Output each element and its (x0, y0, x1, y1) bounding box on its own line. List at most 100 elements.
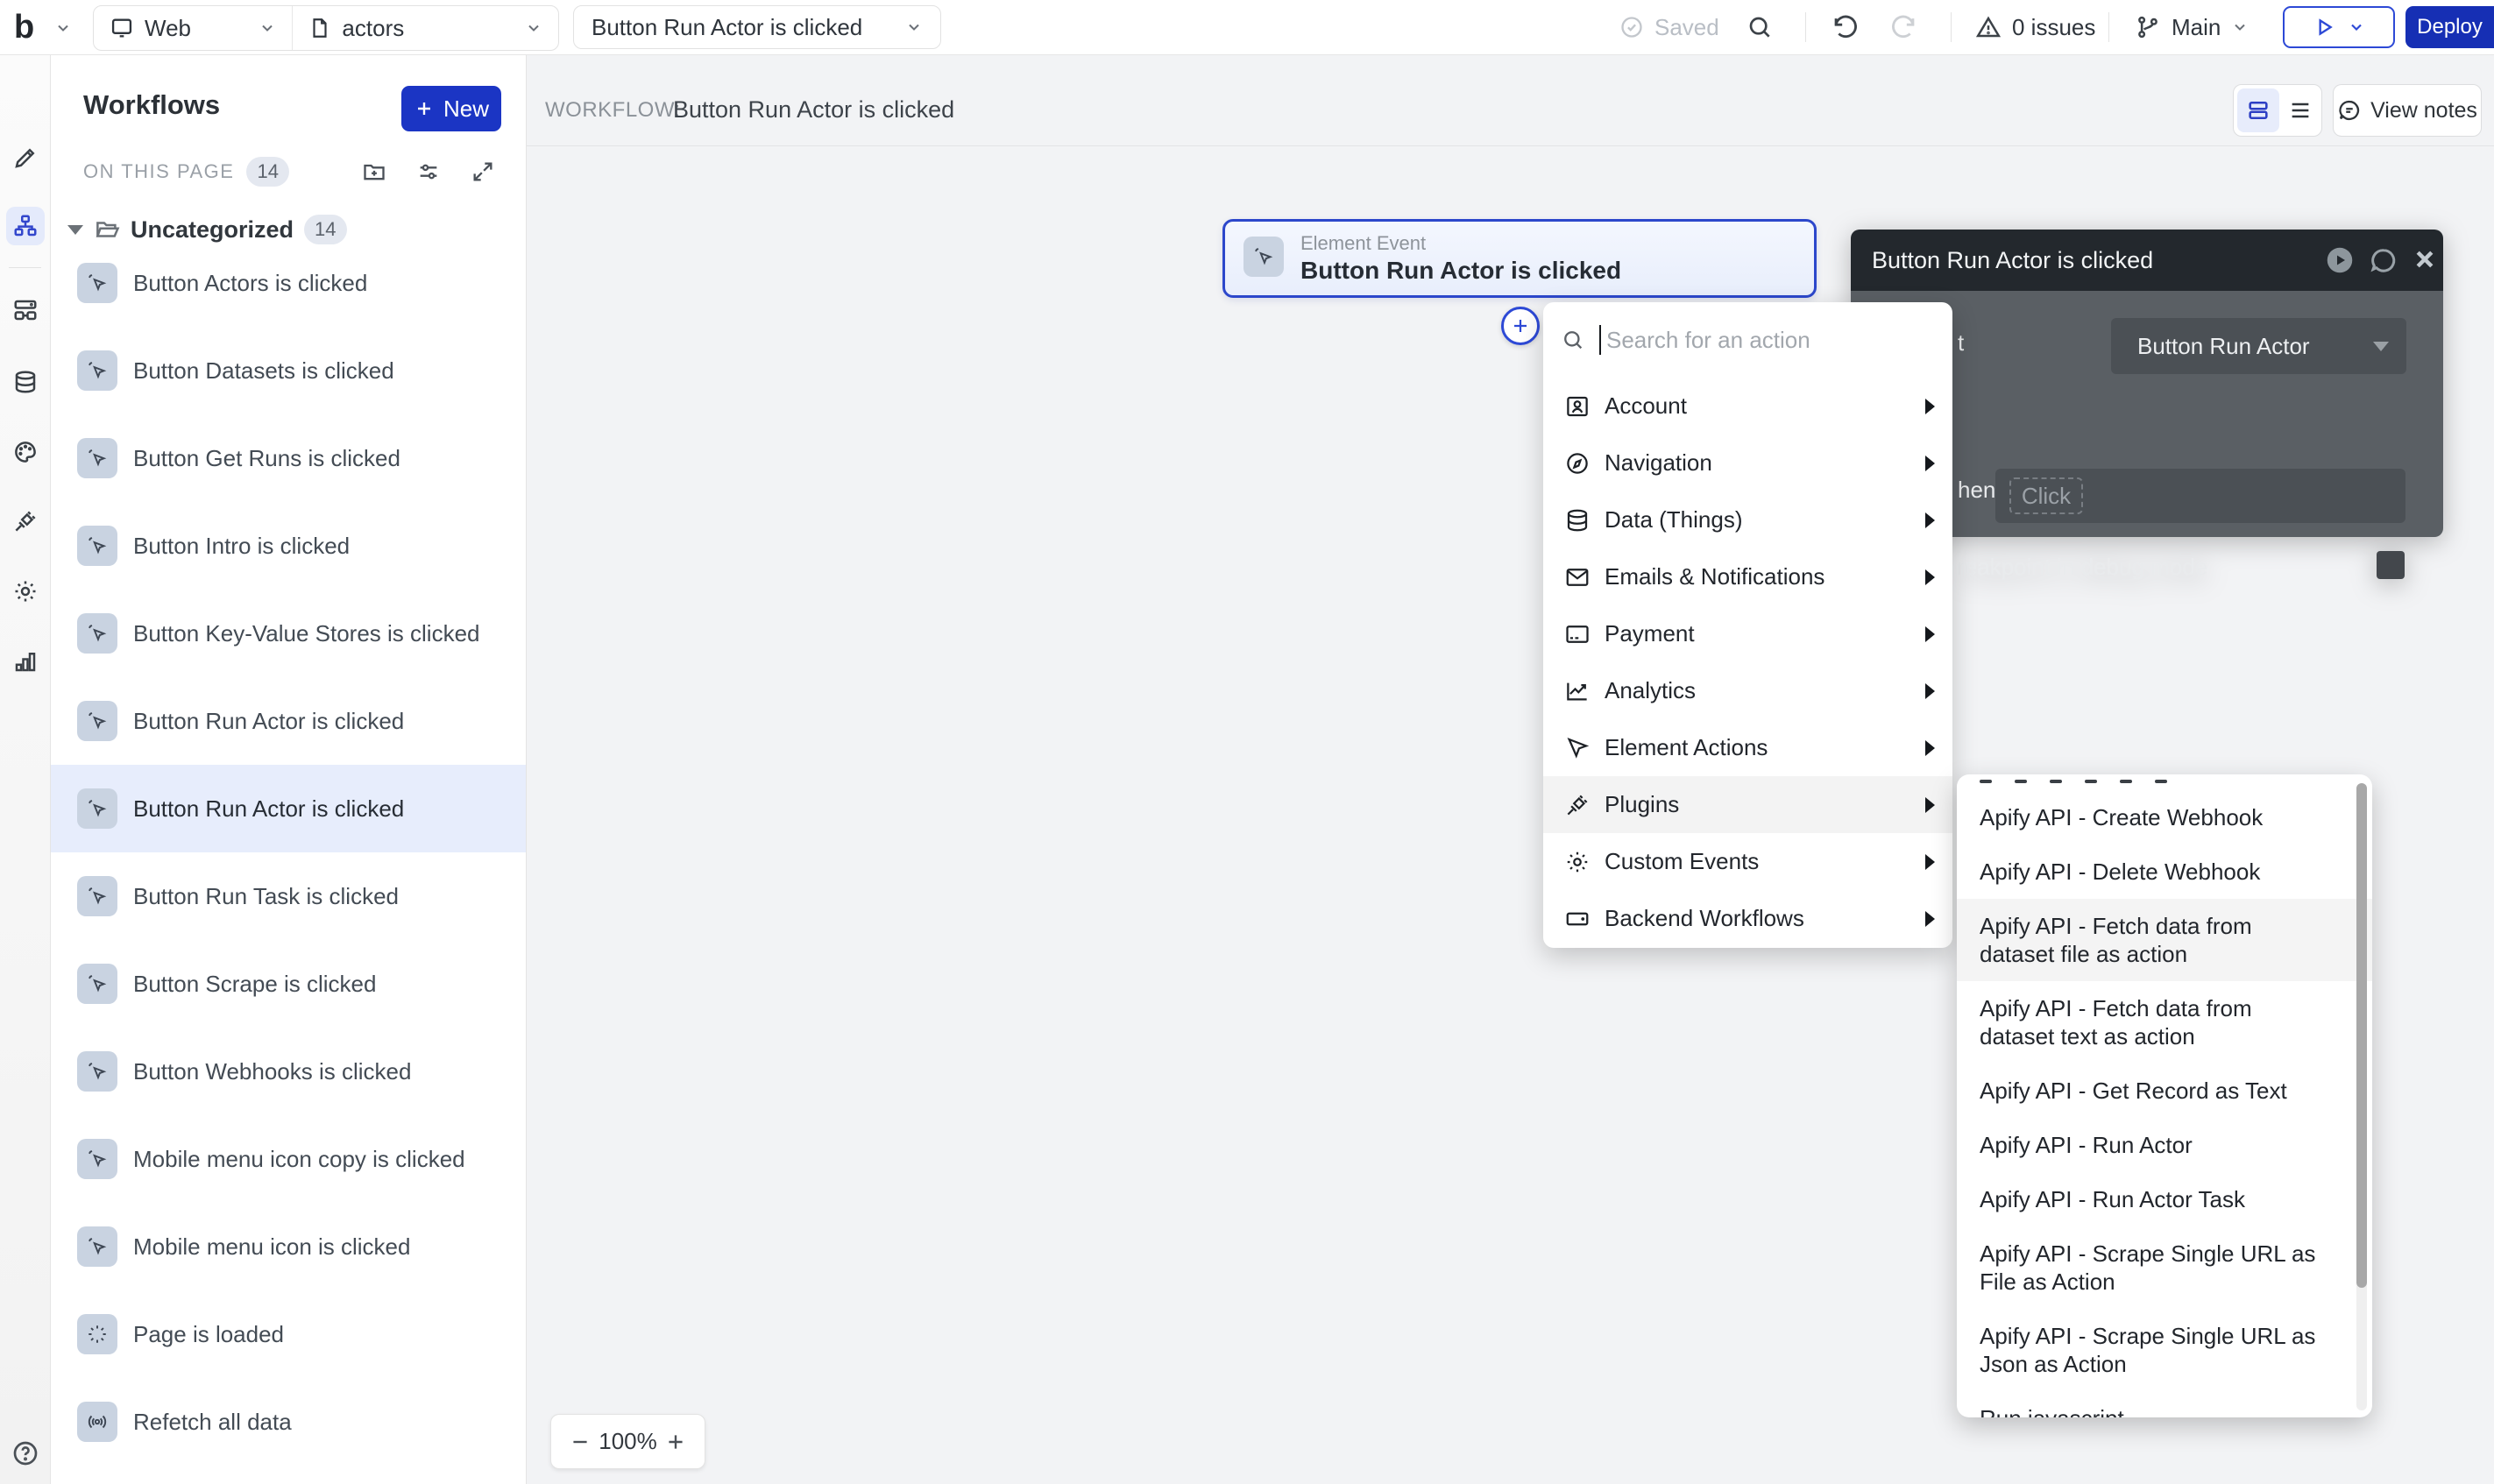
workflow-item-label: Button Scrape is clicked (133, 971, 376, 998)
expand-icon[interactable] (471, 159, 495, 184)
search-button[interactable] (1746, 0, 1774, 54)
submenu-scrollbar-thumb[interactable] (2356, 783, 2367, 1288)
when-label-fragment: hen (1958, 477, 1995, 504)
page-workflow-count-badge: 14 (246, 157, 288, 187)
submenu-item[interactable]: Apify API - Get Record as Text (1957, 1064, 2372, 1118)
view-notes-button[interactable]: View notes (2333, 84, 2482, 137)
menu-item-plugins[interactable]: Plugins (1543, 776, 1952, 833)
redo-button[interactable] (1889, 0, 1919, 54)
submenu-item-hovered[interactable]: Apify API - Fetch data from dataset file… (1957, 899, 2372, 981)
menu-item-payment[interactable]: Payment (1543, 605, 1952, 662)
submenu-arrow-icon (1925, 512, 1935, 528)
menu-item-element-actions[interactable]: Element Actions (1543, 719, 1952, 776)
submenu-item[interactable]: Apify API - Run Actor (1957, 1118, 2372, 1172)
bubble-logo[interactable]: b (14, 9, 32, 46)
workflow-list-item[interactable]: Button Webhooks is clicked (50, 1028, 526, 1115)
workflow-list-item-selected[interactable]: Button Run Actor is clicked (50, 765, 526, 852)
workflow-select[interactable]: Button Run Actor is clicked (573, 5, 941, 49)
on-this-page-label: ON THIS PAGE (83, 160, 234, 183)
folder-caret-icon[interactable] (67, 225, 83, 235)
add-action-button[interactable] (1501, 307, 1540, 345)
data-database-icon[interactable] (12, 369, 39, 395)
chevron-down-icon (905, 18, 923, 36)
submenu-item[interactable]: Apify API - Scrape Single URL as File as… (1957, 1226, 2372, 1309)
page-select[interactable]: actors (293, 6, 558, 50)
action-search-row[interactable] (1543, 302, 1952, 378)
zoom-in-button[interactable] (664, 1431, 687, 1453)
git-branch-icon (2135, 14, 2161, 40)
menu-item-label: Custom Events (1605, 848, 1759, 875)
platform-select[interactable]: Web (94, 6, 292, 50)
workflow-list-item[interactable]: Button Key-Value Stores is clicked (50, 590, 526, 677)
menu-item-custom-events[interactable]: Custom Events (1543, 833, 1952, 890)
workflow-list-item[interactable]: Mobile menu icon is clicked (50, 1203, 526, 1290)
menu-item-analytics[interactable]: Analytics (1543, 662, 1952, 719)
filter-sliders-icon[interactable] (416, 159, 441, 184)
workflow-list-item[interactable]: Page is loaded (50, 1290, 526, 1378)
workflow-list-item[interactable]: Button Get Runs is clicked (50, 414, 526, 502)
workflow-list-item[interactable]: Button Intro is clicked (50, 502, 526, 590)
click-placeholder-chip: Click (2009, 477, 2083, 514)
menu-item-backend-workflows[interactable]: Backend Workflows (1543, 890, 1952, 947)
list-view-button[interactable] (2279, 88, 2321, 132)
menu-item-label: Element Actions (1605, 734, 1768, 761)
workflow-list-item[interactable]: Button Run Actor is clicked (50, 677, 526, 765)
logs-chart-icon[interactable] (12, 648, 39, 675)
submenu-item[interactable]: Run javascript (1957, 1391, 2372, 1417)
breakpoint-checkbox[interactable] (2377, 551, 2405, 579)
submenu-item[interactable]: Apify API - Delete Webhook (1957, 844, 2372, 899)
issues-button[interactable]: 0 issues (1975, 0, 2095, 54)
settings-gear-icon[interactable] (12, 578, 39, 604)
workflow-list-item[interactable]: Mobile menu icon copy is clicked (50, 1115, 526, 1203)
new-folder-icon[interactable] (362, 159, 386, 184)
submenu-item[interactable]: Apify API - Run Actor Task (1957, 1172, 2372, 1226)
branch-select[interactable]: Main (2135, 0, 2249, 54)
run-workflow-icon[interactable] (2324, 244, 2356, 276)
logo-chevron-down-icon[interactable] (54, 19, 72, 37)
menu-item-account[interactable]: Account (1543, 378, 1952, 435)
cursor-icon (1564, 735, 1591, 761)
chevron-down-icon (2231, 18, 2249, 36)
workflow-list-item[interactable]: Button Actors is clicked (50, 239, 526, 327)
workflow-item-label: Mobile menu icon is clicked (133, 1233, 410, 1261)
text-caret (1599, 325, 1601, 355)
cursor-click-icon (77, 263, 117, 303)
workflow-tree-icon[interactable] (12, 213, 39, 239)
components-icon[interactable] (12, 297, 39, 323)
element-dropdown[interactable]: Button Run Actor (2111, 318, 2406, 374)
submenu-item[interactable]: Apify API - Fetch data from dataset text… (1957, 981, 2372, 1064)
credit-card-icon (1564, 621, 1591, 647)
help-question-icon[interactable] (11, 1439, 39, 1467)
workflow-list-item[interactable]: Button Datasets is clicked (50, 327, 526, 414)
workflow-list-item[interactable]: Refetch all data (50, 1378, 526, 1466)
event-node[interactable]: Element Event Button Run Actor is clicke… (1222, 219, 1817, 298)
workflow-list-item[interactable]: Button Scrape is clicked (50, 940, 526, 1028)
zoom-out-button[interactable] (569, 1431, 592, 1453)
submenu-arrow-icon (1925, 797, 1935, 813)
menu-item-data-things[interactable]: Data (Things) (1543, 491, 1952, 548)
preview-run-button[interactable] (2283, 6, 2395, 48)
page-select-value: actors (342, 15, 404, 42)
menu-item-emails-notifications[interactable]: Emails & Notifications (1543, 548, 1952, 605)
card-view-button[interactable] (2237, 88, 2279, 132)
submenu-arrow-icon (1925, 854, 1935, 870)
undo-button[interactable] (1830, 0, 1860, 54)
when-condition-field[interactable]: Click (1995, 469, 2405, 523)
action-search-input[interactable] (1605, 326, 1897, 355)
cursor-click-icon (77, 876, 117, 916)
workflow-list: Button Actors is clicked Button Datasets… (50, 239, 526, 1466)
close-icon[interactable] (2410, 244, 2440, 274)
design-pencil-icon[interactable] (12, 145, 39, 171)
property-panel-header[interactable]: Button Run Actor is clicked (1851, 230, 2443, 291)
submenu-item[interactable]: Apify API - Create Webhook (1957, 790, 2372, 844)
submenu-arrow-icon (1925, 911, 1935, 927)
comment-bubble-icon[interactable] (2368, 244, 2399, 276)
styles-palette-icon[interactable] (12, 439, 39, 465)
deploy-button[interactable]: Deploy (2405, 6, 2494, 48)
menu-item-navigation[interactable]: Navigation (1543, 435, 1952, 491)
run-chevron-down-icon[interactable] (2348, 18, 2365, 36)
new-workflow-button[interactable]: New (401, 86, 501, 131)
workflow-list-item[interactable]: Button Run Task is clicked (50, 852, 526, 940)
submenu-item[interactable]: Apify API - Scrape Single URL as Json as… (1957, 1309, 2372, 1391)
plugins-plug-icon[interactable] (12, 508, 39, 534)
